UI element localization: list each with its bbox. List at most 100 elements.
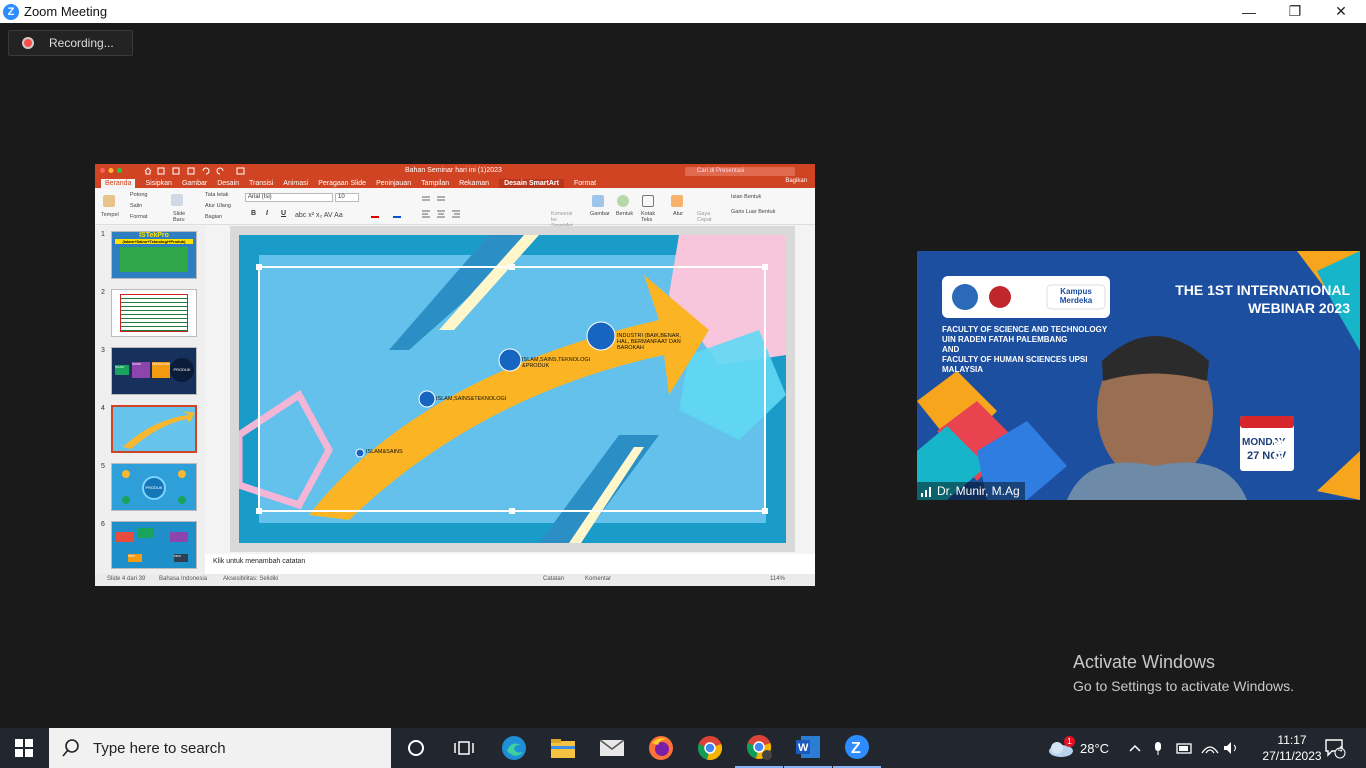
- firefox-icon[interactable]: [637, 728, 685, 768]
- textbox-label: Kotak Teks: [641, 211, 656, 223]
- font-format-icons[interactable]: abc x² x₂ AV Aa: [295, 209, 415, 219]
- zoom-logo-icon: Z: [3, 3, 19, 20]
- slide-thumbnail-6[interactable]: MIPA MIPA: [111, 521, 197, 569]
- section-button[interactable]: Bagian: [205, 214, 222, 220]
- watermark-title: Activate Windows: [1073, 652, 1216, 672]
- thumb-number: 1: [101, 231, 105, 238]
- bold-button[interactable]: B: [251, 210, 256, 217]
- tab-peragaan-slide[interactable]: Peragaan Slide: [318, 180, 366, 187]
- tab-format[interactable]: Format: [574, 180, 596, 187]
- cut-button[interactable]: Potong: [130, 192, 147, 198]
- font-family-select[interactable]: Arial (Isi): [245, 193, 333, 202]
- slide-point-2: ISLAM,SAINS&TEKNOLOGI: [436, 396, 507, 402]
- current-slide[interactable]: ISLAM&SAINS ISLAM,SAINS&TEKNOLOGI ISLAM,…: [239, 235, 786, 543]
- shapes-icon[interactable]: [617, 195, 629, 207]
- edge-browser-icon[interactable]: [490, 728, 538, 768]
- chrome-profile-icon[interactable]: [735, 728, 783, 768]
- tab-desain-smartart[interactable]: Desain SmartArt: [499, 178, 564, 188]
- arrange-icon[interactable]: [671, 195, 683, 207]
- textbox-icon[interactable]: [642, 195, 654, 207]
- status-accessibility[interactable]: Aksesibilitas: Selidiki: [223, 576, 278, 582]
- close-button[interactable]: ✕: [1318, 0, 1364, 23]
- thumb-number: 3: [101, 347, 105, 354]
- shape-outline-button[interactable]: Garis Luar Bentuk: [731, 209, 775, 215]
- ppt-share-button[interactable]: Bagikan: [785, 178, 807, 184]
- shape-fill-button[interactable]: Isian Bentuk: [731, 194, 761, 200]
- reset-button[interactable]: Atur Ulang: [205, 203, 231, 209]
- webinar-faculty-text: FACULTY OF SCIENCE AND TECHNOLOGY UIN RA…: [942, 325, 1108, 374]
- taskbar-search-box[interactable]: Type here to search: [49, 728, 391, 768]
- weather-badge: 1: [1064, 736, 1075, 747]
- webinar-banner-title: THE 1ST INTERNATIONAL WEBINAR 2023: [1175, 282, 1350, 316]
- zoom-app-icon[interactable]: Z: [833, 728, 881, 768]
- recording-indicator[interactable]: Recording...: [8, 30, 133, 56]
- quick-styles-button[interactable]: Gaya Cepat: [697, 211, 713, 223]
- ppt-search-input[interactable]: Cari di Presentasi: [685, 167, 795, 176]
- new-slide-icon[interactable]: [171, 194, 183, 206]
- status-comments-button[interactable]: Komentar: [585, 576, 611, 582]
- slide-thumbnail-2[interactable]: [111, 289, 197, 337]
- italic-button[interactable]: I: [266, 210, 268, 217]
- svg-text:abc x² x₂ AV Aa: abc x² x₂ AV Aa: [295, 212, 343, 219]
- slide-point-4: INDUSTRI (BAIK,BENAR, HAL, BERMANFAAT DA…: [617, 333, 681, 351]
- underline-button[interactable]: U: [281, 210, 286, 217]
- recording-label: Recording...: [49, 36, 114, 50]
- tab-rekaman[interactable]: Rekaman: [459, 180, 489, 187]
- tab-transisi[interactable]: Transisi: [249, 180, 273, 187]
- slide-point-1: ISLAM&SAINS: [366, 449, 403, 455]
- slide-artwork: [239, 235, 786, 543]
- clock-time: 11:17: [1277, 733, 1307, 747]
- shapes-label: Bentuk: [616, 211, 634, 217]
- slide-thumbnail-4[interactable]: [111, 405, 197, 453]
- slide-thumbnail-3[interactable]: ISLAM SAINS TEKNOLOGI PRODUK: [111, 347, 197, 395]
- tab-gambar[interactable]: Gambar: [182, 180, 207, 187]
- minimize-button[interactable]: —: [1226, 0, 1272, 23]
- word-icon[interactable]: W: [784, 728, 832, 768]
- tab-peninjauan[interactable]: Peninjauan: [376, 180, 411, 187]
- chevron-up-icon: [1129, 744, 1141, 752]
- copy-button[interactable]: Salin: [130, 203, 142, 209]
- notification-icon: [1325, 739, 1346, 759]
- tab-sisipkan[interactable]: Sisipkan: [145, 180, 171, 187]
- mail-icon[interactable]: [588, 728, 636, 768]
- weather-widget[interactable]: 1 28°C: [1048, 728, 1109, 768]
- slide-thumbnail-5[interactable]: PRODUK: [111, 463, 197, 511]
- ppt-ribbon-tabs: Beranda Sisipkan Gambar Desain Transisi …: [95, 177, 815, 189]
- task-view-icon[interactable]: [440, 728, 488, 768]
- clock-date: 27/11/2023: [1262, 749, 1322, 763]
- tab-beranda[interactable]: Beranda: [101, 178, 136, 188]
- status-zoom-level[interactable]: 114%: [770, 576, 785, 582]
- file-explorer-icon[interactable]: [539, 728, 587, 768]
- start-button[interactable]: [0, 728, 48, 768]
- tab-desain[interactable]: Desain: [217, 180, 239, 187]
- ppt-status-bar: Slide 4 dari 39 Bahasa Indonesia Aksesib…: [95, 574, 815, 586]
- notes-pane[interactable]: Klik untuk menambah catatan: [205, 554, 815, 574]
- traffic-lights-icon[interactable]: [99, 167, 129, 174]
- font-size-select[interactable]: 10: [335, 193, 359, 202]
- slide-thumbnail-1[interactable]: ISTekPro (Islam+Sains+Teknologi+Produk): [111, 231, 197, 279]
- tab-animasi[interactable]: Animasi: [283, 180, 308, 187]
- microphone-icon: [1155, 742, 1161, 751]
- quick-access-icons[interactable]: [143, 166, 263, 175]
- picture-label: Gambar: [590, 211, 610, 217]
- format-painter-button[interactable]: Format: [130, 214, 147, 220]
- ppt-ribbon: Tempel Potong Salin Format Slide Baru Ta…: [95, 189, 815, 229]
- chrome-icon[interactable]: [686, 728, 734, 768]
- taskbar-clock[interactable]: 11:17 27/11/2023: [1262, 732, 1322, 764]
- picture-icon[interactable]: [592, 195, 604, 207]
- paste-icon[interactable]: [103, 195, 115, 207]
- status-notes-button[interactable]: Catatan: [543, 576, 564, 582]
- windows-taskbar: Type here to search W Z 1 28°C 11:17 27/…: [0, 728, 1366, 768]
- action-center-button[interactable]: 4: [1324, 728, 1346, 768]
- paste-label: Tempel: [101, 212, 119, 218]
- status-language[interactable]: Bahasa Indonesia: [159, 576, 207, 582]
- maximize-button[interactable]: ❐: [1272, 0, 1318, 23]
- participant-video-tile[interactable]: THE 1ST INTERNATIONAL WEBINAR 2023 Kampu…: [917, 251, 1360, 500]
- window-title: Zoom Meeting: [24, 4, 108, 19]
- zoom-title-bar: Z Zoom Meeting — ❐ ✕: [0, 0, 1366, 23]
- layout-button[interactable]: Tata letak: [205, 192, 229, 198]
- paragraph-icons[interactable]: [420, 194, 510, 220]
- cortana-icon[interactable]: [392, 728, 440, 768]
- watermark-subtitle: Go to Settings to activate Windows.: [1073, 678, 1294, 694]
- tab-tampilan[interactable]: Tampilan: [421, 180, 449, 187]
